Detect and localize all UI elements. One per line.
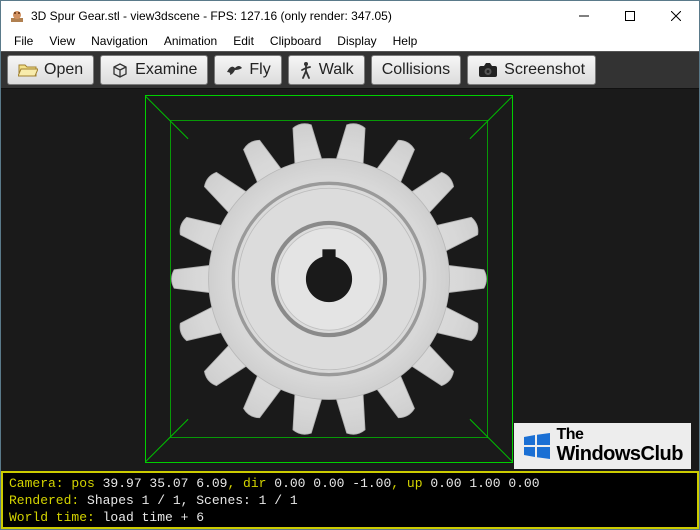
- watermark: The WindowsClub: [514, 423, 691, 469]
- camera-pos: 39.97 35.07 6.09: [103, 476, 228, 491]
- menu-navigation[interactable]: Navigation: [84, 32, 155, 50]
- open-label: Open: [44, 61, 83, 79]
- open-button[interactable]: Open: [7, 55, 94, 85]
- worldtime-value: load time + 6: [95, 510, 204, 525]
- menu-file[interactable]: File: [7, 32, 40, 50]
- watermark-line2: WindowsClub: [556, 443, 683, 465]
- fly-label: Fly: [249, 61, 270, 79]
- walk-icon: [299, 61, 313, 79]
- rendered-value: Shapes 1 / 1, Scenes: 1 / 1: [79, 493, 297, 508]
- menu-view[interactable]: View: [42, 32, 82, 50]
- close-button[interactable]: [653, 1, 699, 31]
- collisions-button[interactable]: Collisions: [371, 55, 461, 85]
- menubar: File View Navigation Animation Edit Clip…: [1, 31, 699, 51]
- toolbar: Open Examine Fly Walk Collisions Screens…: [1, 51, 699, 89]
- camera-dir: 0.00 0.00 -1.00: [274, 476, 391, 491]
- titlebar: 3D Spur Gear.stl - view3dscene - FPS: 12…: [1, 1, 699, 31]
- viewport[interactable]: The WindowsClub: [1, 89, 699, 471]
- worldtime-label: World time:: [9, 510, 95, 525]
- status-console: Camera: pos 39.97 35.07 6.09, dir 0.00 0…: [1, 471, 699, 529]
- maximize-button[interactable]: [607, 1, 653, 31]
- bird-icon: [225, 62, 243, 78]
- camera-label: Camera:: [9, 476, 64, 491]
- window-title: 3D Spur Gear.stl - view3dscene - FPS: 12…: [31, 9, 561, 23]
- windows-icon: [522, 431, 552, 461]
- rendered-label: Rendered:: [9, 493, 79, 508]
- watermark-line1: The: [556, 426, 583, 443]
- camera-up: 0.00 1.00 0.00: [430, 476, 539, 491]
- screenshot-button[interactable]: Screenshot: [467, 55, 596, 85]
- menu-animation[interactable]: Animation: [157, 32, 224, 50]
- menu-display[interactable]: Display: [330, 32, 383, 50]
- screenshot-label: Screenshot: [504, 61, 585, 79]
- gear-model: [164, 114, 494, 444]
- menu-clipboard[interactable]: Clipboard: [263, 32, 328, 50]
- examine-button[interactable]: Examine: [100, 55, 208, 85]
- menu-help[interactable]: Help: [386, 32, 425, 50]
- fly-button[interactable]: Fly: [214, 55, 281, 85]
- window-controls: [561, 1, 699, 31]
- cube-icon: [111, 61, 129, 79]
- open-icon: [18, 62, 38, 78]
- camera-icon: [478, 62, 498, 78]
- minimize-button[interactable]: [561, 1, 607, 31]
- walk-label: Walk: [319, 61, 354, 79]
- collisions-label: Collisions: [382, 61, 450, 79]
- menu-edit[interactable]: Edit: [226, 32, 261, 50]
- app-icon: [9, 8, 25, 24]
- walk-button[interactable]: Walk: [288, 55, 365, 85]
- examine-label: Examine: [135, 61, 197, 79]
